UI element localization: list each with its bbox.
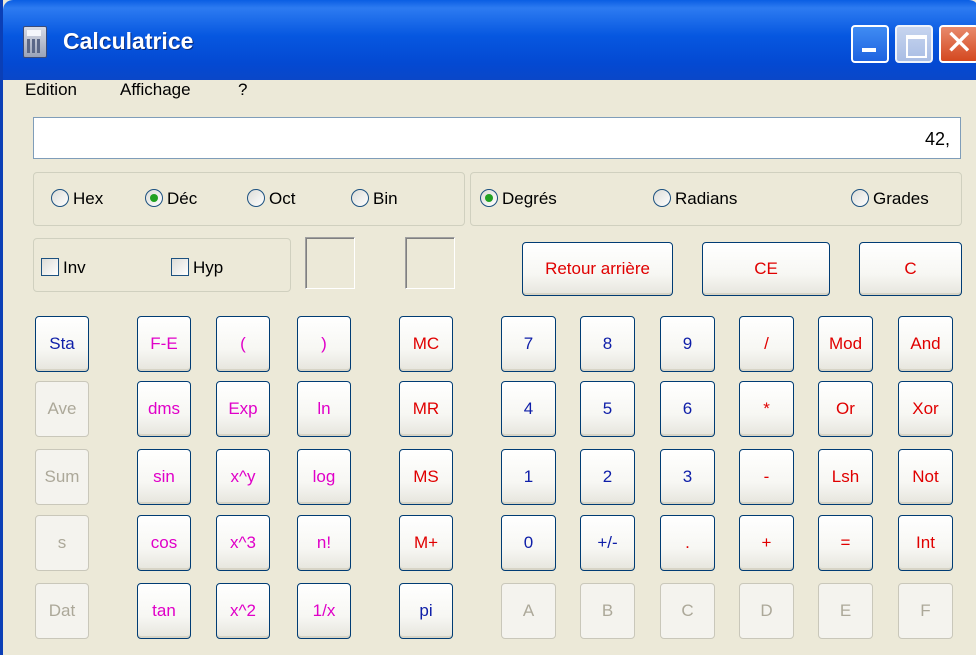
key-button-3-1[interactable]: +/- [580,515,635,571]
sci-button-4-1[interactable]: x^2 [216,583,270,639]
key-button-0-0[interactable]: 7 [501,316,556,372]
calculator-window: Calculatrice ✕ Edition Affichage ? 42, H… [0,0,976,655]
clear-button[interactable]: C [859,242,962,296]
key-button-2-0[interactable]: 1 [501,449,556,505]
sci-button-1-1[interactable]: Exp [216,381,270,437]
sci-button-2-0[interactable]: sin [137,449,191,505]
key-button-2-2[interactable]: 3 [660,449,715,505]
radio-circle-icon [653,189,671,207]
key-button-1-1[interactable]: 5 [580,381,635,437]
key-button-3-4[interactable]: = [818,515,873,571]
maximize-icon [906,35,927,58]
sci-button-4-2[interactable]: 1/x [297,583,351,639]
sci-button-0-1[interactable]: ( [216,316,270,372]
stat-button-1: Ave [35,381,89,437]
angle-radio-label: Radians [675,189,738,208]
key-button-4-3: D [739,583,794,639]
key-button-0-5[interactable]: And [898,316,953,372]
base-radio-label: Hex [73,189,104,208]
base-radio-label: Bin [373,189,398,208]
sci-button-1-2[interactable]: ln [297,381,351,437]
key-button-2-4[interactable]: Lsh [818,449,873,505]
radio-circle-icon [145,189,163,207]
key-button-2-3[interactable]: - [739,449,794,505]
sci-button-0-0[interactable]: F-E [137,316,191,372]
calculator-icon [23,26,47,58]
key-button-1-0[interactable]: 4 [501,381,556,437]
base-radio-label: Déc [167,189,198,208]
menu-help[interactable]: ? [238,80,247,100]
window-title: Calculatrice [63,28,194,54]
minimize-button[interactable] [851,25,889,63]
memory-button-2[interactable]: MS [399,449,453,505]
sci-button-2-1[interactable]: x^y [216,449,270,505]
key-button-0-1[interactable]: 8 [580,316,635,372]
key-button-4-5: F [898,583,953,639]
radio-circle-icon [480,189,498,207]
menu-affichage[interactable]: Affichage [120,80,191,100]
radio-circle-icon [851,189,869,207]
radio-circle-icon [351,189,369,207]
key-button-1-2[interactable]: 6 [660,381,715,437]
stat-button-2: Sum [35,449,89,505]
key-button-3-3[interactable]: + [739,515,794,571]
key-button-3-0[interactable]: 0 [501,515,556,571]
checkbox-label: Hyp [193,258,224,277]
result-display: 42, [33,117,961,159]
clear-entry-button[interactable]: CE [702,242,830,296]
memory-indicator [405,237,455,289]
stat-button-0[interactable]: Sta [35,316,89,372]
sci-button-1-0[interactable]: dms [137,381,191,437]
base-radio-label: Oct [269,189,296,208]
key-button-2-1[interactable]: 2 [580,449,635,505]
angle-radio-label: Degrés [502,189,557,208]
key-button-0-2[interactable]: 9 [660,316,715,372]
checkbox-icon [41,258,59,276]
sci-button-4-0[interactable]: tan [137,583,191,639]
parenthesis-indicator [305,237,355,289]
key-button-4-0: A [501,583,556,639]
checkbox-label: Inv [63,258,86,277]
key-button-4-2: C [660,583,715,639]
minimize-icon [862,48,876,52]
key-button-4-4: E [818,583,873,639]
key-button-3-5[interactable]: Int [898,515,953,571]
memory-button-0[interactable]: MC [399,316,453,372]
key-button-1-4[interactable]: Or [818,381,873,437]
key-button-0-4[interactable]: Mod [818,316,873,372]
sci-button-2-2[interactable]: log [297,449,351,505]
radio-circle-icon [51,189,69,207]
sci-button-3-0[interactable]: cos [137,515,191,571]
stat-button-3: s [35,515,89,571]
key-button-0-3[interactable]: / [739,316,794,372]
key-button-2-5[interactable]: Not [898,449,953,505]
menu-bar: Edition Affichage ? [3,80,976,106]
menu-edition[interactable]: Edition [25,80,77,100]
maximize-button[interactable] [895,25,933,63]
close-icon: ✕ [945,24,974,62]
sci-button-3-2[interactable]: n! [297,515,351,571]
checkbox-icon [171,258,189,276]
angle-radio-label: Grades [873,189,929,208]
radio-circle-icon [247,189,265,207]
memory-button-1[interactable]: MR [399,381,453,437]
key-button-1-3[interactable]: * [739,381,794,437]
key-button-1-5[interactable]: Xor [898,381,953,437]
title-bar[interactable]: Calculatrice ✕ [3,0,976,80]
close-button[interactable]: ✕ [939,24,976,63]
key-button-4-1: B [580,583,635,639]
sci-button-0-2[interactable]: ) [297,316,351,372]
memory-button-3[interactable]: M+ [399,515,453,571]
stat-button-4: Dat [35,583,89,639]
key-button-3-2[interactable]: . [660,515,715,571]
memory-button-4[interactable]: pi [399,583,453,639]
sci-button-3-1[interactable]: x^3 [216,515,270,571]
backspace-button[interactable]: Retour arrière [522,242,673,296]
